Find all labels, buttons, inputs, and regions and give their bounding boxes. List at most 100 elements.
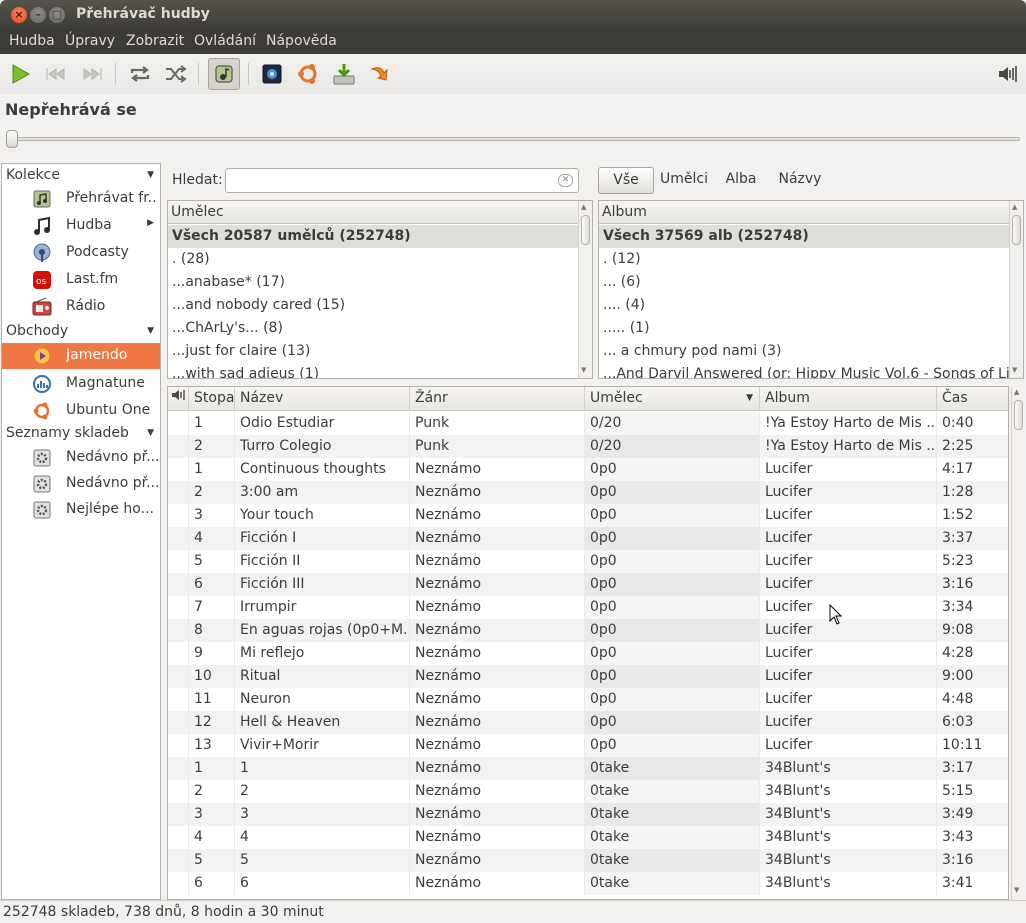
artist-row[interactable]: ...and nobody cared (15): [168, 294, 592, 317]
scroll-thumb[interactable]: [1014, 400, 1023, 430]
scroll-thumb[interactable]: [581, 215, 590, 245]
share-icon[interactable]: [366, 60, 394, 88]
menu-upravy[interactable]: Úpravy: [65, 33, 115, 49]
playing-column-header[interactable]: [168, 387, 189, 411]
ubuntu-one-icon[interactable]: [294, 60, 322, 88]
import-icon[interactable]: [330, 60, 358, 88]
artist-row[interactable]: ...with sad adieus (1): [168, 363, 592, 378]
track-row[interactable]: 8 En aguas rojas (0p0+M... Neznámo 0p0 Lucif…: [168, 619, 1008, 642]
track-row[interactable]: 6 6 Neznámo 0take 34Blunt's 3:41: [168, 872, 1008, 895]
minimize-window-icon[interactable]: –: [30, 7, 46, 23]
track-row[interactable]: 9 Mi reflejo Neznámo 0p0 Lucifer 4:28: [168, 642, 1008, 665]
track-row[interactable]: 5 5 Neznámo 0take 34Blunt's 3:16: [168, 849, 1008, 872]
sidebar-item-playlist[interactable]: Nedávno př...: [2, 471, 160, 497]
time-column-header[interactable]: Čas: [937, 387, 1008, 411]
collapse-arrow-icon[interactable]: ▼: [147, 320, 154, 342]
menu-hudba[interactable]: Hudba: [9, 33, 55, 49]
artist-scrollbar[interactable]: ▲ ▼: [578, 201, 592, 378]
search-input[interactable]: ✕: [225, 168, 579, 193]
scroll-up-icon[interactable]: ▲: [581, 203, 586, 211]
track-row[interactable]: 11 Neuron Neznámo 0p0 Lucifer 4:48: [168, 688, 1008, 711]
album-scrollbar[interactable]: ▲ ▼: [1009, 201, 1023, 378]
artist-row[interactable]: . (28): [168, 248, 592, 271]
scroll-up-icon[interactable]: ▲: [1012, 203, 1017, 211]
scroll-thumb[interactable]: [1012, 215, 1021, 245]
track-row[interactable]: 1 Odio Estudiar Punk 0/20 !Ya Estoy Harto de…: [168, 412, 1008, 435]
track-row[interactable]: 2 Turro Colegio Punk 0/20 !Ya Estoy Harto de…: [168, 435, 1008, 458]
seek-handle[interactable]: [6, 130, 18, 148]
sidebar-section-kolekce[interactable]: Kolekce ▼: [2, 164, 160, 188]
sidebar-item-playlist[interactable]: Nejlépe ho...: [2, 497, 160, 523]
genre-column-header[interactable]: Žánr: [410, 387, 585, 411]
play-icon[interactable]: [6, 60, 34, 88]
previous-icon[interactable]: [42, 60, 70, 88]
artist-row[interactable]: ...just for claire (13): [168, 340, 592, 363]
album-row[interactable]: Všech 37569 alb (252748): [599, 225, 1023, 248]
sidebar-item-hudba[interactable]: Hudba ▶: [2, 213, 160, 239]
close-window-icon[interactable]: ×: [11, 7, 27, 23]
scroll-down-icon[interactable]: ▼: [581, 366, 586, 374]
seek-bar[interactable]: [6, 137, 1020, 141]
sidebar-item-podcasty[interactable]: Podcasty: [2, 240, 160, 266]
track-row[interactable]: 10 Ritual Neznámo 0p0 Lucifer 9:00: [168, 665, 1008, 688]
repeat-icon[interactable]: [126, 60, 154, 88]
sidebar-section-playlists[interactable]: Seznamy skladeb ▼: [2, 422, 160, 446]
collapse-arrow-icon[interactable]: ▼: [147, 422, 154, 444]
next-icon[interactable]: [78, 60, 106, 88]
track-row[interactable]: 13 Vivir+Morir Neznámo 0p0 Lucifer 10:11: [168, 734, 1008, 757]
collapse-arrow-icon[interactable]: ▼: [147, 164, 154, 186]
scroll-down-icon[interactable]: ▼: [1014, 886, 1019, 894]
volume-icon[interactable]: [994, 60, 1022, 88]
sidebar-section-obchody[interactable]: Obchody ▼: [2, 320, 160, 344]
title-column-header[interactable]: Název: [235, 387, 410, 411]
track-row[interactable]: 2 3:00 am Neznámo 0p0 Lucifer 1:28: [168, 481, 1008, 504]
album-column-header[interactable]: Album: [599, 201, 1023, 224]
album-row[interactable]: ...And Darvil Answered (or: Hippy Music …: [599, 363, 1023, 378]
track-row[interactable]: 3 3 Neznámo 0take 34Blunt's 3:49: [168, 803, 1008, 826]
sidebar-item-radio[interactable]: Rádio: [2, 294, 160, 320]
shuffle-icon[interactable]: [162, 60, 190, 88]
album-row[interactable]: ... a chmury pod nami (3): [599, 340, 1023, 363]
sidebar-item-ubuntu-one[interactable]: Ubuntu One: [2, 398, 160, 424]
sidebar-item-magnatune[interactable]: Magnatune: [2, 371, 160, 397]
filter-artists-button[interactable]: Umělci: [658, 167, 710, 194]
menu-zobrazit[interactable]: Zobrazit: [126, 33, 184, 49]
scroll-down-icon[interactable]: ▼: [1012, 366, 1017, 374]
clear-search-icon[interactable]: ✕: [558, 174, 573, 187]
track-row[interactable]: 6 Ficción III Neznámo 0p0 Lucifer 3:16: [168, 573, 1008, 596]
track-row[interactable]: 7 Irrumpir Neznámo 0p0 Lucifer 3:34: [168, 596, 1008, 619]
scroll-up-icon[interactable]: ▲: [1014, 388, 1019, 396]
album-column-header[interactable]: Album: [760, 387, 937, 411]
album-row[interactable]: . (12): [599, 248, 1023, 271]
maximize-window-icon[interactable]: □: [49, 7, 65, 23]
filter-albums-button[interactable]: Alba: [722, 167, 760, 194]
track-row[interactable]: 1 1 Neznámo 0take 34Blunt's 3:17: [168, 757, 1008, 780]
filter-titles-button[interactable]: Názvy: [776, 167, 824, 194]
sidebar-item-jamendo[interactable]: Jamendo: [2, 343, 160, 369]
menu-ovladani[interactable]: Ovládání: [194, 33, 256, 49]
filter-all-button[interactable]: Vše: [598, 167, 654, 194]
sidebar-item-lastfm[interactable]: os Last.fm: [2, 267, 160, 293]
album-row[interactable]: .... (4): [599, 294, 1023, 317]
artist-row[interactable]: Všech 20587 umělců (252748): [168, 225, 592, 248]
artist-column-header[interactable]: Umělec: [168, 201, 592, 224]
sidebar-item-playlist[interactable]: Nedávno př...: [2, 445, 160, 471]
track-row[interactable]: 4 4 Neznámo 0take 34Blunt's 3:43: [168, 826, 1008, 849]
track-row[interactable]: 5 Ficción II Neznámo 0p0 Lucifer 5:23: [168, 550, 1008, 573]
song-position-icon[interactable]: [208, 58, 240, 90]
artist-column-header[interactable]: Umělec ▼: [585, 387, 760, 411]
menu-napoveda[interactable]: Nápověda: [266, 33, 337, 49]
artist-row[interactable]: ...anabase* (17): [168, 271, 592, 294]
artist-row[interactable]: ...ChArLy's... (8): [168, 317, 592, 340]
track-row[interactable]: 1 Continuous thoughts Neznámo 0p0 Lucifer 4:1…: [168, 458, 1008, 481]
track-row[interactable]: 12 Hell & Heaven Neznámo 0p0 Lucifer 6:03: [168, 711, 1008, 734]
visualization-icon[interactable]: [258, 60, 286, 88]
track-row[interactable]: 4 Ficción I Neznámo 0p0 Lucifer 3:37: [168, 527, 1008, 550]
track-number-column-header[interactable]: Stopa: [189, 387, 235, 411]
album-row[interactable]: ... (6): [599, 271, 1023, 294]
expand-arrow-icon[interactable]: ▶: [147, 218, 154, 228]
album-row[interactable]: ..... (1): [599, 317, 1023, 340]
track-row[interactable]: 3 Your touch Neznámo 0p0 Lucifer 1:52: [168, 504, 1008, 527]
track-list-scrollbar[interactable]: ▲ ▼: [1011, 386, 1025, 900]
track-row[interactable]: 2 2 Neznámo 0take 34Blunt's 5:15: [168, 780, 1008, 803]
